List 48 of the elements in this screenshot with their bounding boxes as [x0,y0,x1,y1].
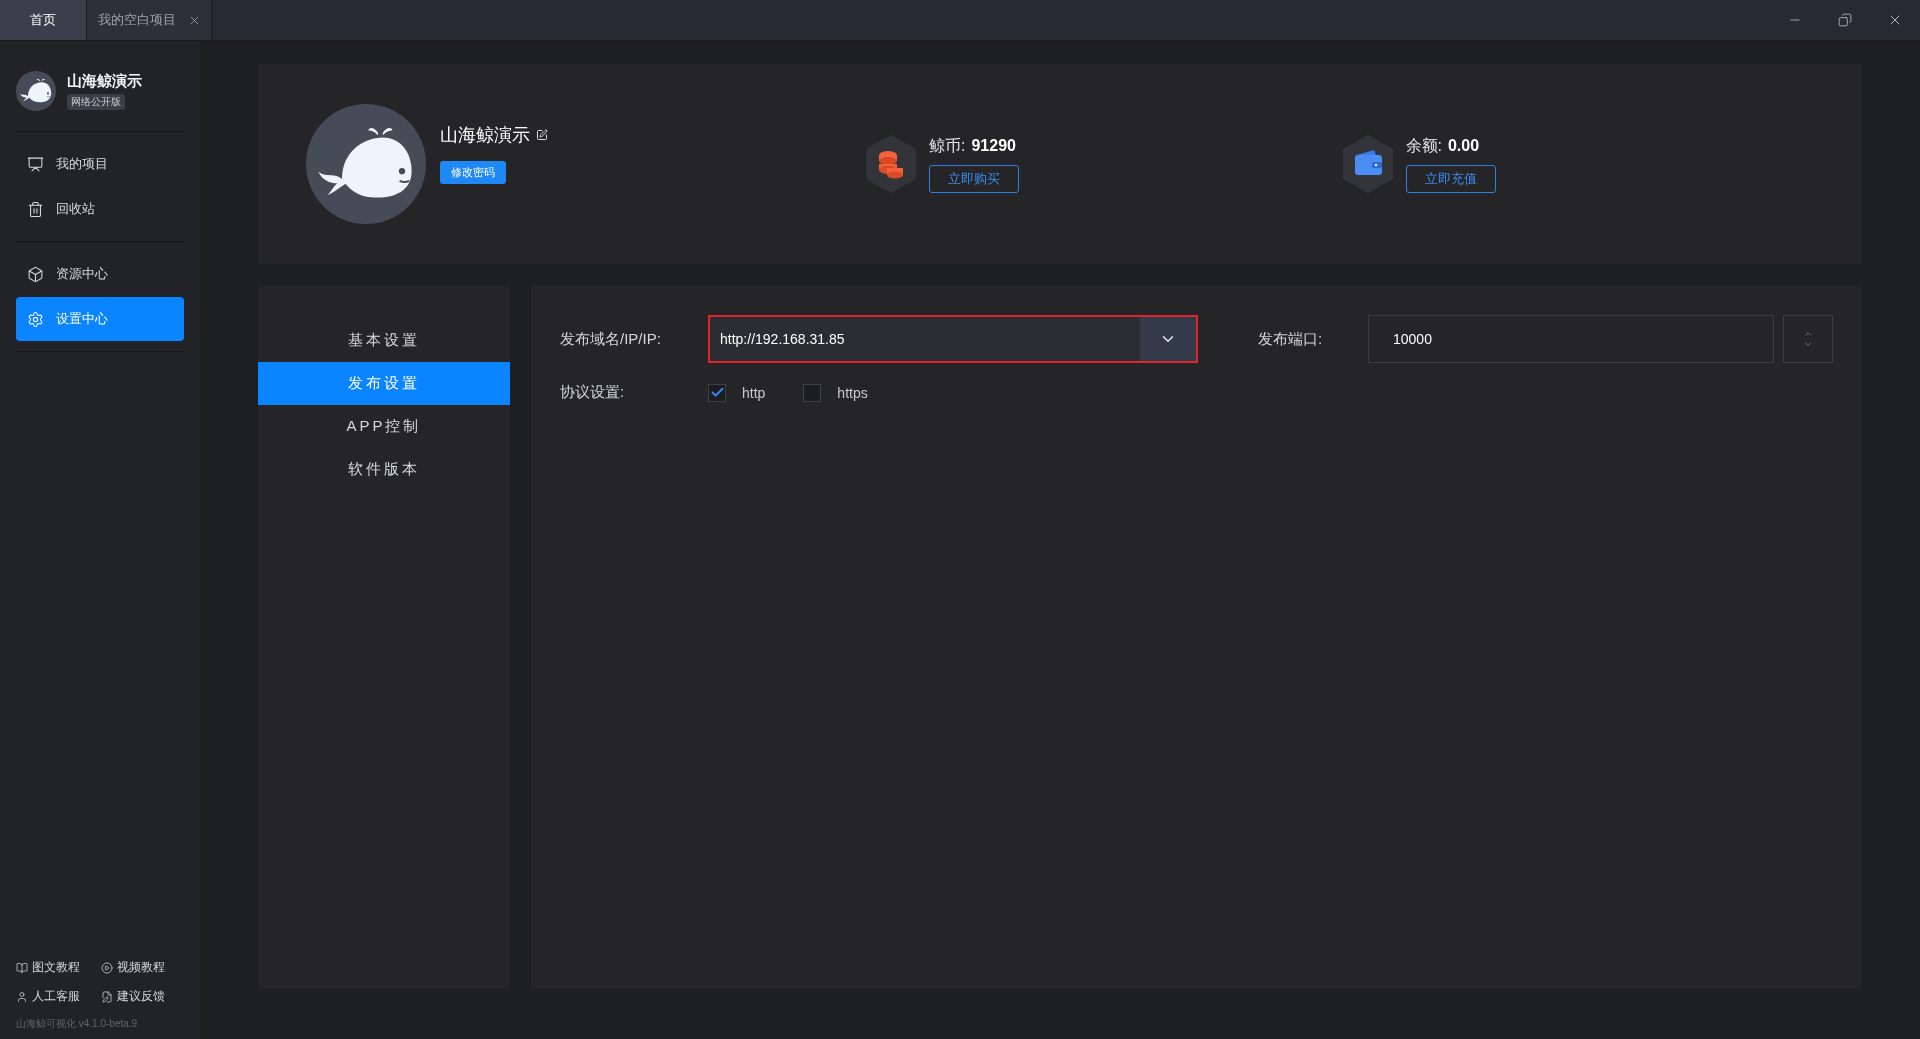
settings-icon [27,310,44,328]
action-button[interactable]: 立即购买 [929,164,1019,193]
port-input[interactable]: 10000 [1368,315,1774,363]
person-icon [16,990,28,1003]
stat-value: 0.00 [1447,137,1480,155]
cube-icon [27,265,44,283]
stat-label: 鲸币: [929,135,966,156]
help-link[interactable]: 视频教程 [101,959,186,976]
brand-name: 山海鲸演示 [67,72,142,91]
sidebar-item[interactable]: 回收站 [16,187,184,231]
tab[interactable]: 我的空白项目 [87,0,212,40]
checkbox-label: http [742,384,766,401]
action-button[interactable]: 立即充值 [1405,164,1496,193]
stat-value: 91290 [971,137,1016,155]
book-icon [16,961,28,974]
document-pen-icon [101,990,113,1003]
user-name: 山海鲸演示 [440,123,530,147]
help-link[interactable]: 人工客服 [16,988,101,1005]
edit-icon[interactable] [536,128,548,141]
settings-nav-item[interactable]: 软件版本 [258,448,510,491]
stat-label: 余额: [1405,135,1442,156]
settings-nav-item[interactable]: 发布设置 [258,362,510,405]
trash-icon [27,200,44,218]
checkbox[interactable] [803,383,822,402]
chevron-up-icon [1803,329,1813,339]
domain-select[interactable]: http://192.168.31.85 [708,315,1198,363]
checkbox[interactable] [708,383,726,402]
play-icon [101,961,113,974]
help-link[interactable]: 建议反馈 [101,988,186,1005]
whale-logo [16,71,56,111]
settings-nav-item[interactable]: APP控制 [258,405,510,448]
tab[interactable]: 首页 [0,0,87,40]
restore-icon [1838,13,1852,27]
presentation-board-icon [27,155,44,173]
edition-badge: 网络公开版 [67,94,125,110]
sidebar-item[interactable]: 设置中心 [16,297,184,341]
field-label: 发布域名/IP/IP: [560,329,662,349]
checkbox-label: https [837,384,868,401]
stepper-button[interactable] [1783,315,1833,363]
help-link[interactable]: 图文教程 [16,959,101,976]
dropdown-button[interactable] [1140,317,1196,361]
chevron-down-icon [1803,339,1813,349]
sidebar-item[interactable]: 我的项目 [16,142,184,186]
settings-nav-item[interactable]: 基本设置 [258,319,510,362]
sidebar-item[interactable]: 资源中心 [16,252,184,296]
field-label: 发布端口: [1258,329,1324,349]
field-label: 协议设置: [560,383,626,402]
change-password-button[interactable]: 修改密码 [440,160,506,184]
